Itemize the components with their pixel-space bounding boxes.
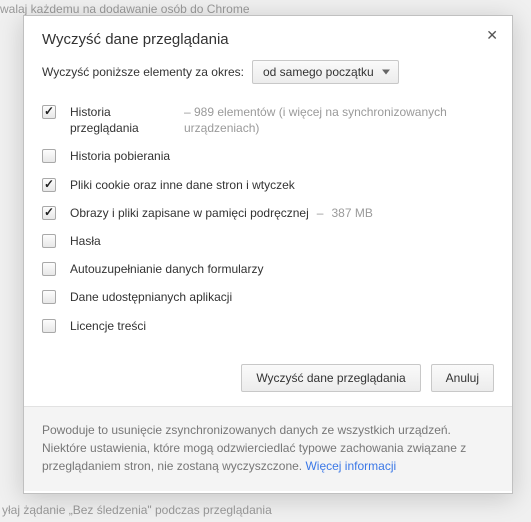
- period-select[interactable]: od samego początku: [252, 60, 399, 84]
- option-label: Obrazy i pliki zapisane w pamięci podręc…: [70, 205, 309, 221]
- footer-text: Powoduje to usunięcie zsynchronizowanych…: [42, 423, 466, 473]
- dash-separator: –: [317, 206, 324, 220]
- option-row: Obrazy i pliki zapisane w pamięci podręc…: [42, 199, 494, 227]
- option-label-wrap: Obrazy i pliki zapisane w pamięci podręc…: [70, 205, 373, 221]
- option-label: Historia przeglądania: [70, 104, 170, 136]
- option-row: Autouzupełnianie danych formularzy: [42, 255, 494, 283]
- option-label: Pliki cookie oraz inne dane stron i wtyc…: [70, 177, 295, 193]
- option-row: Licencje treści: [42, 312, 494, 340]
- option-checkbox[interactable]: [42, 178, 56, 192]
- background-text-bottom: yłaj żądanie „Bez śledzenia" podczas prz…: [2, 503, 272, 517]
- more-info-link[interactable]: Więcej informacji: [305, 459, 396, 473]
- button-row: Wyczyść dane przeglądania Anuluj: [24, 344, 512, 406]
- cancel-button[interactable]: Anuluj: [431, 364, 494, 392]
- dialog-footer: Powoduje to usunięcie zsynchronizowanych…: [24, 406, 512, 491]
- option-note: 387 MB: [331, 205, 372, 221]
- period-label: Wyczyść poniższe elementy za okres:: [42, 65, 244, 79]
- option-label: Dane udostępnianych aplikacji: [70, 289, 232, 305]
- option-label: Hasła: [70, 233, 101, 249]
- option-row: Pliki cookie oraz inne dane stron i wtyc…: [42, 171, 494, 199]
- option-row: Historia przeglądania – 989 elementów (i …: [42, 98, 494, 142]
- option-note: – 989 elementów (i więcej na synchronizo…: [184, 104, 494, 136]
- period-select-value: od samego początku: [263, 65, 374, 79]
- option-label: Historia pobierania: [70, 148, 170, 164]
- option-row: Historia pobierania: [42, 142, 494, 170]
- option-label: Licencje treści: [70, 318, 146, 334]
- dialog-header: Wyczyść dane przeglądania ✕: [24, 16, 512, 56]
- background-text-top: walaj każdemu na dodawanie osób do Chrom…: [0, 2, 250, 16]
- options-list: Historia przeglądania – 989 elementów (i …: [24, 92, 512, 344]
- period-row: Wyczyść poniższe elementy za okres: od s…: [24, 56, 512, 92]
- option-checkbox[interactable]: [42, 262, 56, 276]
- option-row: Dane udostępnianych aplikacji: [42, 283, 494, 311]
- option-row: Hasła: [42, 227, 494, 255]
- option-checkbox[interactable]: [42, 206, 56, 220]
- clear-data-dialog: Wyczyść dane przeglądania ✕ Wyczyść poni…: [23, 15, 513, 494]
- option-checkbox[interactable]: [42, 105, 56, 119]
- option-checkbox[interactable]: [42, 149, 56, 163]
- option-label: Autouzupełnianie danych formularzy: [70, 261, 263, 277]
- option-checkbox[interactable]: [42, 319, 56, 333]
- clear-data-button[interactable]: Wyczyść dane przeglądania: [241, 364, 420, 392]
- close-icon[interactable]: ✕: [486, 28, 498, 42]
- dialog-title: Wyczyść dane przeglądania: [42, 31, 494, 48]
- option-checkbox[interactable]: [42, 234, 56, 248]
- option-checkbox[interactable]: [42, 290, 56, 304]
